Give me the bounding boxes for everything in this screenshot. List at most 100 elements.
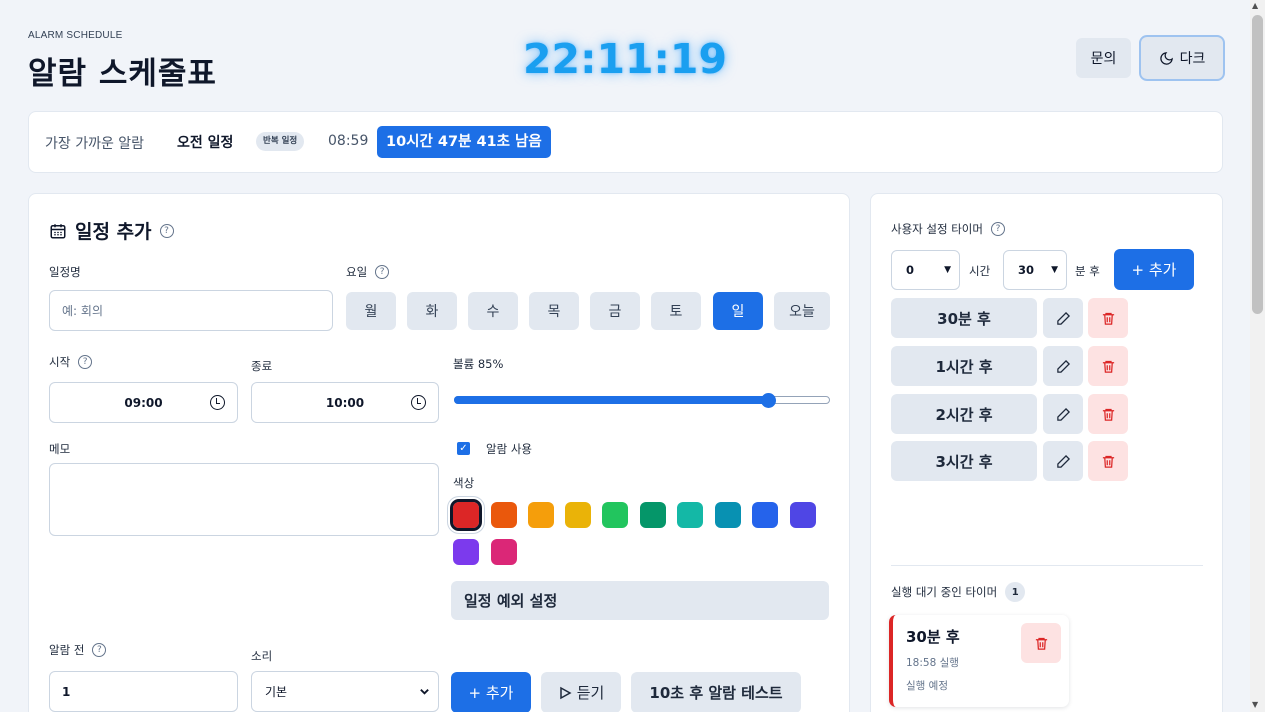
scroll-down-arrow-icon[interactable]: ▼ [1252,700,1258,709]
trash-icon [1102,455,1114,468]
color-swatch-teal[interactable] [677,502,703,528]
page-title: 알람 스케줄표 [28,56,217,92]
play-icon [559,686,572,699]
sound-label: 소리 [251,649,273,663]
chevron-down-icon: ▼ [944,265,951,275]
pending-timers-title: 실행 대기 중인 타이머 1 [891,582,1026,602]
color-swatch-blue[interactable] [752,502,778,528]
next-alarm-label: 가장 가까운 알람 [45,136,145,152]
delete-timer-button[interactable] [1088,441,1128,481]
minutes-select[interactable]: 30 ▼ [1003,250,1067,290]
hours-select[interactable]: 0 ▼ [891,250,960,290]
listen-button[interactable]: 듣기 [541,672,621,712]
pre-alarm-input[interactable]: 1 [49,671,238,712]
calendar-icon [50,223,66,238]
end-time-input[interactable]: 10:00 [251,382,439,423]
color-swatch-emerald[interactable] [640,502,666,528]
clock-icon[interactable] [210,395,225,410]
day-mon-button[interactable]: 월 [346,292,396,330]
start-time-input[interactable]: 09:00 [49,382,238,423]
color-swatch-pink[interactable] [491,539,517,565]
edit-timer-button[interactable] [1043,394,1083,434]
pending-count-badge: 1 [1005,582,1026,602]
help-icon[interactable]: ? [990,222,1005,236]
exception-label: 일정 예외 설정 [464,592,558,610]
color-swatch-green[interactable] [602,502,628,528]
alarm-enabled-checkbox[interactable]: ✓ [457,442,470,455]
hours-unit: 시간 [969,264,991,278]
pending-timer-status: 실행 예정 [906,680,948,692]
pencil-icon [1056,359,1070,373]
color-swatch-violet[interactable] [453,539,479,565]
day-sat-button[interactable]: 토 [651,292,701,330]
timer-preset-button[interactable]: 1시간 후 [891,346,1037,386]
add-schedule-panel [28,193,850,712]
hours-value: 0 [906,263,915,277]
color-label: 색상 [453,476,475,490]
timer-preset-button[interactable]: 30분 후 [891,298,1037,338]
add-schedule-button[interactable]: + 추가 [451,672,531,712]
dark-mode-label: 다크 [1179,51,1206,67]
timer-preset-button[interactable]: 3시간 후 [891,441,1037,481]
day-fri-button[interactable]: 금 [590,292,640,330]
color-swatch-red[interactable] [450,499,482,531]
end-time-value: 10:00 [325,395,365,410]
add-timer-button[interactable]: + 추가 [1114,249,1194,290]
days-label: 요일? [346,264,390,280]
day-today-button[interactable]: 오늘 [774,292,830,330]
color-swatch-cyan[interactable] [715,502,741,528]
end-label: 종료 [251,359,273,373]
volume-slider-fill [454,396,768,404]
volume-label: 볼륨 85% [453,357,504,371]
delete-timer-button[interactable] [1088,394,1128,434]
help-icon[interactable]: ? [375,265,390,279]
clock-icon[interactable] [411,395,426,410]
memo-textarea[interactable] [49,463,439,536]
sound-select[interactable]: 기본 [251,671,439,712]
memo-label: 메모 [49,442,71,456]
sound-value: 기본 [265,685,288,699]
pending-timer-name: 30분 후 [906,628,960,646]
trash-icon [1035,637,1047,650]
delete-timer-button[interactable] [1088,346,1128,386]
live-clock: 22:11:19 [523,35,727,83]
moon-icon [1159,51,1173,65]
day-sun-button[interactable]: 일 [713,292,763,330]
pending-timer-time: 18:58 실행 [906,657,959,669]
chevron-down-icon [420,689,429,695]
help-icon[interactable]: ? [78,355,93,369]
scrollbar-thumb[interactable] [1252,15,1263,314]
help-icon[interactable]: ? [159,223,174,238]
trash-icon [1102,312,1114,325]
scroll-up-arrow-icon[interactable]: ▲ [1252,1,1258,10]
inquiry-button[interactable]: 문의 [1076,38,1131,78]
help-icon[interactable]: ? [92,643,107,657]
minutes-value: 30 [1018,263,1035,277]
schedule-exception-button[interactable]: 일정 예외 설정 [451,581,829,620]
edit-timer-button[interactable] [1043,298,1083,338]
test-alarm-button[interactable]: 10초 후 알람 테스트 [631,672,801,712]
minutes-unit: 분 후 [1075,264,1100,278]
day-wed-button[interactable]: 수 [468,292,518,330]
start-time-value: 09:00 [124,395,163,410]
color-swatch-indigo[interactable] [790,502,816,528]
volume-slider-thumb[interactable] [761,393,776,408]
pencil-icon [1056,407,1070,421]
edit-timer-button[interactable] [1043,346,1083,386]
day-thu-button[interactable]: 목 [529,292,579,330]
delete-timer-button[interactable] [1088,298,1128,338]
color-swatch-amber[interactable] [528,502,554,528]
next-alarm-name: 오전 일정 [177,135,234,151]
listen-label: 듣기 [576,684,605,702]
delete-pending-timer-button[interactable] [1021,623,1061,663]
color-swatch-orange[interactable] [491,502,517,528]
pre-alarm-value: 1 [62,684,71,699]
day-tue-button[interactable]: 화 [407,292,457,330]
chevron-down-icon: ▼ [1051,265,1058,275]
dark-mode-button[interactable]: 다크 [1139,35,1225,81]
section-divider [891,565,1203,566]
timer-preset-button[interactable]: 2시간 후 [891,394,1037,434]
edit-timer-button[interactable] [1043,441,1083,481]
schedule-name-input[interactable]: 예: 회의 [49,290,333,331]
color-swatch-yellow[interactable] [565,502,591,528]
